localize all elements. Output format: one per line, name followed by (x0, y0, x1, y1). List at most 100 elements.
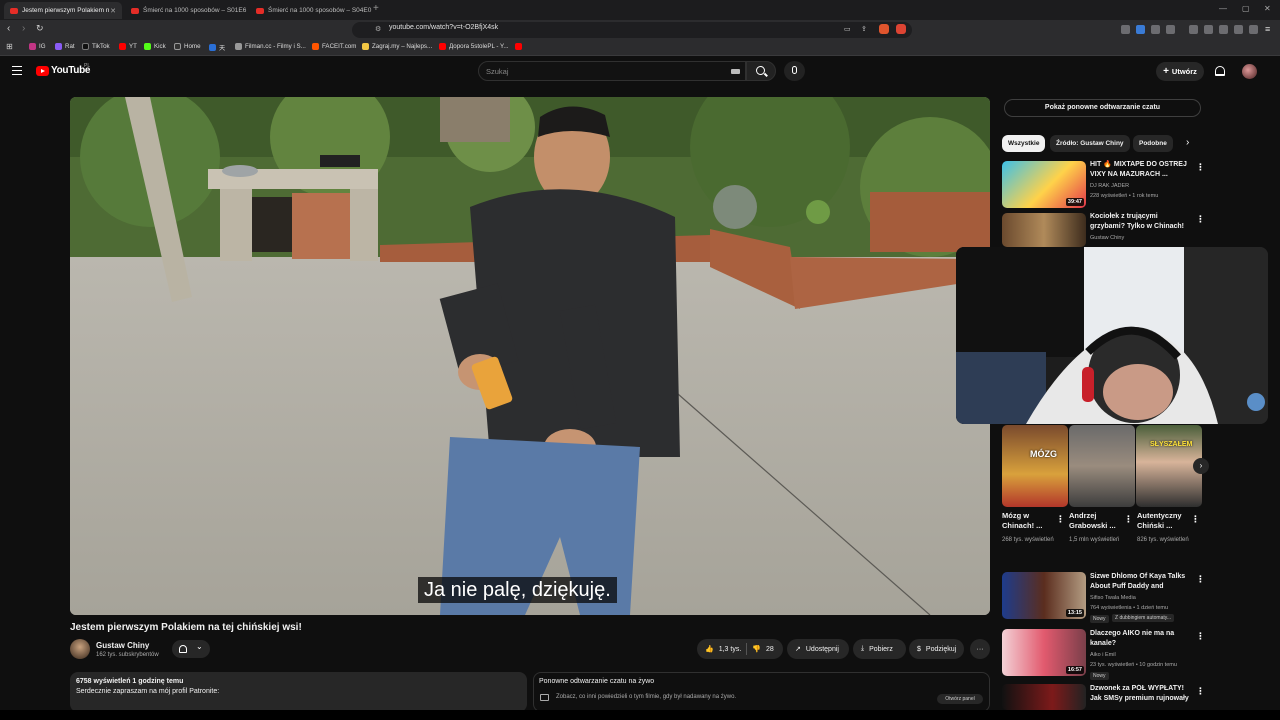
share-button[interactable]: ↗ Udostępnij (787, 639, 849, 659)
short-thumbnail[interactable] (1069, 425, 1135, 507)
short-title[interactable]: Andrzej Grabowski ... (1069, 511, 1119, 531)
menu-icon[interactable]: ≡ (1265, 24, 1270, 34)
create-button[interactable]: + Utwórz (1156, 62, 1204, 81)
thanks-button[interactable]: $ Podziękuj (909, 639, 964, 659)
chevron-down-icon[interactable]: ⌄ (196, 642, 203, 651)
bookmark-yt-2[interactable] (515, 43, 522, 50)
bell-icon[interactable] (179, 645, 187, 653)
brave-shield-icon[interactable] (879, 24, 889, 34)
user-avatar[interactable] (1242, 64, 1257, 79)
tab-smierc-1[interactable]: Śmierć na 1000 sposobów – S01E6 (125, 2, 247, 19)
youtube-logo-icon[interactable] (36, 66, 49, 76)
short-thumbnail[interactable]: MÓZG (1002, 425, 1068, 507)
cast-icon[interactable]: ▭ (844, 25, 851, 33)
forward-icon[interactable]: › (22, 23, 25, 34)
video-duration: 13:15 (1065, 609, 1084, 617)
bookmark-zagraj[interactable]: Zagraj.my – Najleps... (362, 43, 432, 50)
share-page-icon[interactable]: ⇪ (861, 25, 867, 33)
bookmark-tian[interactable]: 天 (209, 43, 225, 52)
close-tab-icon[interactable]: ✕ (110, 7, 116, 15)
video-title[interactable]: Kociołek z trującymi grzybami? Tylko w C… (1090, 212, 1194, 232)
close-window-icon[interactable]: ✕ (1264, 4, 1271, 13)
rewards-icon[interactable] (896, 24, 906, 34)
kick-icon (144, 43, 151, 50)
keyboard-icon[interactable] (731, 69, 740, 74)
channel-name[interactable]: Gustaw Chiny (96, 641, 149, 650)
download-button[interactable]: ⤓ Pobierz (853, 639, 906, 659)
chip-related[interactable]: Podobne (1133, 135, 1173, 152)
more-vert-icon[interactable]: ⋮ (1196, 631, 1205, 642)
video-thumbnail[interactable]: 13:15 (1002, 572, 1086, 619)
tab-youtube-video[interactable]: Jestem pierwszym Polakiem n ✕ (4, 2, 122, 19)
bookmark-tiktok[interactable]: TikTok (82, 43, 110, 50)
back-icon[interactable]: ‹ (7, 23, 10, 34)
channel-name[interactable]: Aiko i Emil (1090, 652, 1116, 658)
minimize-icon[interactable]: — (1219, 4, 1227, 13)
short-title[interactable]: Autentyczny Chiński ... (1137, 511, 1187, 531)
chevron-right-icon[interactable]: › (1186, 137, 1189, 148)
more-vert-icon[interactable]: ⋮ (1124, 514, 1133, 525)
thumbs-down-icon[interactable]: 👎 (752, 645, 761, 653)
vpn-icon[interactable] (1249, 25, 1258, 34)
open-chat-panel-button[interactable]: Otwórz panel (937, 694, 983, 704)
bookmark-filman[interactable]: Filman.cc - Filmy i S... (235, 43, 306, 50)
bookmark-rat[interactable]: Rat (55, 43, 75, 50)
site-info-icon[interactable]: ⚙ (375, 25, 381, 33)
extension-icon[interactable] (1121, 25, 1130, 34)
puzzle-icon[interactable] (1234, 25, 1243, 34)
channel-name[interactable]: DJ RAK JADER (1090, 183, 1129, 189)
notifications-bell-icon[interactable] (1215, 66, 1225, 76)
extension-icon[interactable] (1166, 25, 1175, 34)
channel-avatar[interactable] (70, 639, 90, 659)
maximize-icon[interactable]: ▢ (1242, 4, 1250, 13)
video-thumbnail[interactable] (1002, 684, 1086, 710)
url-text[interactable]: youtube.com/watch?v=t-O2BfjX4sk (389, 24, 498, 31)
more-vert-icon[interactable]: ⋮ (1196, 686, 1205, 697)
more-vert-icon[interactable]: ⋮ (1056, 514, 1065, 525)
hamburger-menu-icon[interactable] (12, 66, 22, 75)
extension-icon[interactable] (1151, 25, 1160, 34)
more-vert-icon[interactable]: ⋮ (1191, 514, 1200, 525)
dislike-count[interactable]: 28 (766, 646, 774, 653)
video-title[interactable]: Sizwe Dhlomo Of Kaya Talks About Puff Da… (1090, 572, 1194, 592)
video-thumbnail[interactable]: 16:57 (1002, 629, 1086, 676)
video-thumbnail[interactable]: 39:47 (1002, 161, 1086, 208)
music-icon[interactable] (1189, 25, 1198, 34)
bookmark-home[interactable]: Home (174, 43, 201, 50)
page-scrollbar[interactable] (1273, 60, 1279, 710)
show-chat-replay-button[interactable]: Pokaż ponowne odtwarzanie czatu (1004, 99, 1201, 117)
chip-all[interactable]: Wszystkie (1002, 135, 1046, 152)
sidebar-icon[interactable] (1204, 25, 1213, 34)
apps-grid-icon[interactable]: ⊞ (6, 42, 13, 51)
shorts-next-button[interactable]: › (1193, 458, 1209, 474)
video-thumbnail[interactable] (1002, 213, 1086, 247)
search-icon[interactable] (756, 66, 765, 75)
chip-from-channel[interactable]: Źródło: Gustaw Chiny (1050, 135, 1130, 152)
video-title[interactable]: HIT 🔥 MIXTAPE DO OSTREJ VIXY NA MAZURACH… (1090, 160, 1194, 180)
more-actions-button[interactable]: ··· (970, 639, 990, 659)
short-title[interactable]: Mózg w Chinach! ... (1002, 511, 1052, 531)
video-title[interactable]: Dzwonek za PÓŁ WYPŁATY! Jak SMSy premium… (1090, 684, 1194, 704)
more-vert-icon[interactable]: ⋮ (1196, 574, 1205, 585)
search-input[interactable] (478, 61, 746, 81)
tab-smierc-2[interactable]: Śmierć na 1000 sposobów – S04E0 (250, 2, 372, 19)
video-title[interactable]: Dlaczego AIKO nie ma na kanale? (1090, 629, 1194, 649)
bookmark-faceit[interactable]: FACEIT.com (312, 43, 356, 50)
thumbs-up-icon[interactable]: 👍 (705, 645, 714, 653)
like-count[interactable]: 1,3 tys. (719, 646, 742, 653)
reload-icon[interactable]: ↻ (36, 23, 44, 34)
bookmark-dopora[interactable]: Доpora 5stolePL - Y... (439, 43, 509, 50)
microphone-icon[interactable] (792, 66, 797, 74)
channel-name[interactable]: Sifiso Twala Media (1090, 595, 1136, 601)
new-tab-button[interactable]: + (373, 3, 379, 14)
wallet-icon[interactable] (1219, 25, 1228, 34)
extension-icon[interactable] (1136, 25, 1145, 34)
video-player[interactable] (70, 97, 990, 615)
bookmark-kick[interactable]: Kick (144, 43, 166, 50)
subscription-bell-button[interactable] (172, 640, 210, 658)
channel-name[interactable]: Gustaw Chiny (1090, 235, 1124, 241)
more-vert-icon[interactable]: ⋮ (1196, 214, 1205, 225)
bookmark-ig[interactable]: IG (29, 43, 46, 50)
more-vert-icon[interactable]: ⋮ (1196, 162, 1205, 173)
bookmark-yt[interactable]: YT (119, 43, 137, 50)
